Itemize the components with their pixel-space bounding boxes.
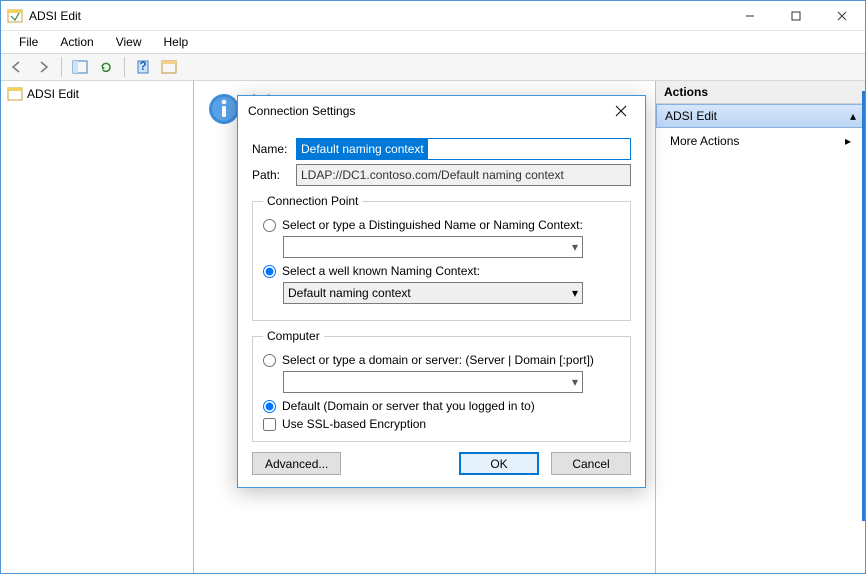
radio-default-computer-label: Default (Domain or server that you logge… bbox=[282, 399, 535, 413]
computer-group: Computer Select or type a domain or serv… bbox=[252, 329, 631, 442]
close-button[interactable] bbox=[819, 1, 865, 31]
window-title: ADSI Edit bbox=[29, 9, 727, 23]
dialog-close-button[interactable] bbox=[607, 99, 635, 123]
app-icon bbox=[7, 8, 23, 24]
help-button[interactable]: ? bbox=[131, 56, 155, 78]
actions-more-label: More Actions bbox=[670, 134, 739, 148]
chevron-down-icon: ▾ bbox=[572, 375, 578, 389]
show-tree-button[interactable] bbox=[68, 56, 92, 78]
toolbar-separator bbox=[61, 57, 62, 77]
advanced-button-label: Advanced... bbox=[265, 457, 328, 471]
connection-point-group: Connection Point Select or type a Distin… bbox=[252, 194, 631, 321]
advanced-button[interactable]: Advanced... bbox=[252, 452, 341, 475]
minimize-button[interactable] bbox=[727, 1, 773, 31]
path-label: Path: bbox=[252, 168, 296, 182]
info-icon bbox=[208, 93, 240, 125]
ssl-label: Use SSL-based Encryption bbox=[282, 417, 426, 431]
connection-point-legend: Connection Point bbox=[263, 194, 362, 208]
actions-header: Actions bbox=[656, 81, 865, 104]
actions-group-label: ADSI Edit bbox=[665, 109, 717, 123]
maximize-button[interactable] bbox=[773, 1, 819, 31]
dialog-titlebar[interactable]: Connection Settings bbox=[238, 96, 645, 126]
chevron-right-icon: ▸ bbox=[845, 134, 851, 148]
dn-combobox[interactable]: ▾ bbox=[283, 236, 583, 258]
dialog-title: Connection Settings bbox=[248, 104, 607, 118]
window-titlebar: ADSI Edit bbox=[1, 1, 865, 31]
menu-action[interactable]: Action bbox=[50, 33, 103, 51]
path-field: LDAP://DC1.contoso.com/Default naming co… bbox=[296, 164, 631, 186]
ok-button[interactable]: OK bbox=[459, 452, 539, 475]
back-button[interactable] bbox=[5, 56, 29, 78]
cancel-button-label: Cancel bbox=[572, 457, 609, 471]
well-known-value: Default naming context bbox=[288, 286, 411, 300]
name-field[interactable]: Default naming context bbox=[296, 138, 631, 160]
refresh-button[interactable] bbox=[94, 56, 118, 78]
radio-domain-server-label: Select or type a domain or server: (Serv… bbox=[282, 353, 594, 367]
radio-well-known[interactable] bbox=[263, 265, 276, 278]
toolbar-separator bbox=[124, 57, 125, 77]
menu-file[interactable]: File bbox=[9, 33, 48, 51]
svg-text:?: ? bbox=[139, 60, 146, 73]
radio-dn-label: Select or type a Distinguished Name or N… bbox=[282, 218, 583, 232]
connection-settings-dialog: Connection Settings Name: Default naming… bbox=[237, 95, 646, 488]
radio-domain-server[interactable] bbox=[263, 354, 276, 367]
tree-root-node[interactable]: ADSI Edit bbox=[3, 85, 191, 103]
toolbar: ? bbox=[1, 53, 865, 81]
ssl-checkbox[interactable] bbox=[263, 418, 276, 431]
radio-default-computer[interactable] bbox=[263, 400, 276, 413]
tree-root-label: ADSI Edit bbox=[27, 87, 79, 101]
radio-well-known-label: Select a well known Naming Context: bbox=[282, 264, 480, 278]
tree-pane: ADSI Edit bbox=[1, 81, 194, 573]
name-label: Name: bbox=[252, 142, 296, 156]
menu-help[interactable]: Help bbox=[154, 33, 199, 51]
chevron-down-icon: ▾ bbox=[572, 286, 578, 300]
properties-button[interactable] bbox=[157, 56, 181, 78]
right-accent bbox=[862, 91, 865, 521]
actions-pane: Actions ADSI Edit ▴ More Actions ▸ bbox=[656, 81, 865, 573]
domain-server-combobox[interactable]: ▾ bbox=[283, 371, 583, 393]
actions-more[interactable]: More Actions ▸ bbox=[656, 128, 865, 154]
actions-group-header[interactable]: ADSI Edit ▴ bbox=[656, 104, 865, 128]
collapse-icon: ▴ bbox=[850, 109, 856, 123]
forward-button[interactable] bbox=[31, 56, 55, 78]
radio-dn[interactable] bbox=[263, 219, 276, 232]
adsi-edit-icon bbox=[7, 86, 23, 102]
cancel-button[interactable]: Cancel bbox=[551, 452, 631, 475]
chevron-down-icon: ▾ bbox=[572, 240, 578, 254]
ok-button-label: OK bbox=[490, 457, 507, 471]
menu-bar: File Action View Help bbox=[1, 31, 865, 53]
well-known-combobox[interactable]: Default naming context ▾ bbox=[283, 282, 583, 304]
computer-legend: Computer bbox=[263, 329, 324, 343]
menu-view[interactable]: View bbox=[106, 33, 152, 51]
